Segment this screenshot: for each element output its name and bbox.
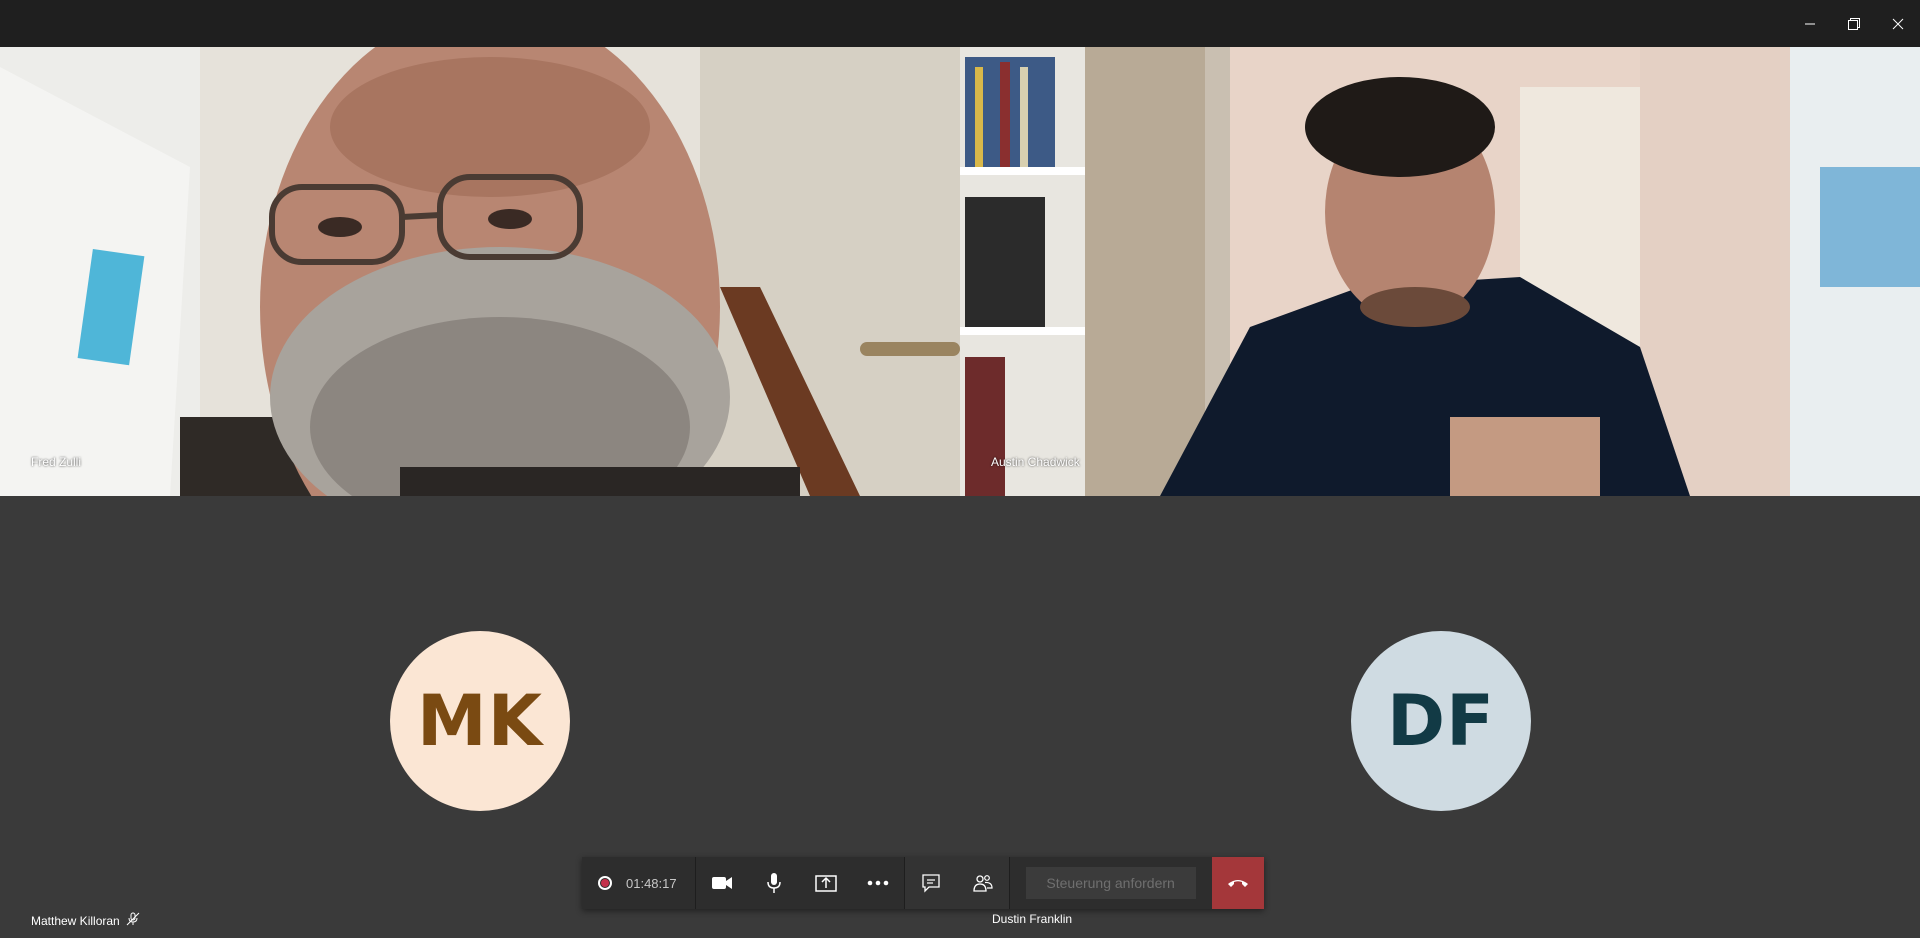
mic-muted-icon: [126, 912, 140, 929]
chat-button[interactable]: [905, 857, 957, 909]
more-options-button[interactable]: [852, 857, 904, 909]
video-tile-fred[interactable]: Fred Zulli: [0, 47, 960, 496]
camera-icon: [711, 877, 732, 889]
panel-controls: [904, 857, 1009, 909]
video-feed-austin: [960, 47, 1920, 496]
video-tile-austin[interactable]: Austin Chadwick: [960, 47, 1920, 496]
camera-toggle-button[interactable]: [696, 857, 748, 909]
share-screen-icon: [814, 875, 837, 892]
media-controls: [695, 857, 904, 909]
call-timer: 01:48:17: [626, 875, 677, 891]
video-feed-fred: [0, 47, 960, 496]
close-icon[interactable]: [1876, 0, 1920, 47]
restore-icon[interactable]: [1832, 0, 1876, 47]
recording-status: 01:48:17: [582, 857, 695, 909]
participant-name-label: Austin Chadwick: [991, 455, 1080, 469]
participant-name-label: Dustin Franklin: [992, 912, 1073, 926]
hang-up-icon: [1227, 880, 1248, 887]
more-options-icon: [867, 880, 888, 886]
microphone-icon: [766, 873, 781, 893]
avatar-matthew: MK: [390, 631, 570, 811]
title-bar: [0, 0, 1920, 47]
share-screen-button[interactable]: [800, 857, 852, 909]
participant-name-label: Matthew Killoran: [31, 913, 120, 928]
microphone-toggle-button[interactable]: [748, 857, 800, 909]
call-controls-bar: 01:48:17 Steuerung anfordern: [582, 857, 1264, 909]
participant-label-dustin: Dustin Franklin: [992, 912, 1072, 926]
request-control-group: Steuerung anfordern: [1009, 857, 1212, 909]
record-icon: [598, 876, 612, 890]
chat-icon: [921, 874, 940, 893]
minimize-icon[interactable]: [1788, 0, 1832, 47]
window-controls: [1788, 0, 1920, 47]
participants-icon: [972, 875, 993, 892]
participant-name-label: Fred Zulli: [31, 455, 82, 469]
hang-up-button[interactable]: [1211, 857, 1264, 909]
participants-button[interactable]: [957, 857, 1009, 909]
participant-label-matthew: Matthew Killoran: [31, 912, 140, 929]
avatar-dustin: DF: [1351, 631, 1531, 811]
request-control-button[interactable]: Steuerung anfordern: [1025, 867, 1196, 899]
